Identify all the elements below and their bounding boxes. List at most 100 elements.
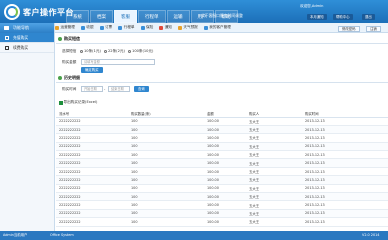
- search-button[interactable]: 查询: [134, 86, 149, 92]
- table-row[interactable]: 2222222222 100 100.00 五大王 2013-12-13: [56, 133, 388, 143]
- logout-button[interactable]: 退出: [362, 14, 375, 20]
- package-radio-1[interactable]: [80, 49, 83, 53]
- col-amount: 金额: [204, 110, 246, 118]
- status-user: Admin当前用户: [3, 233, 28, 237]
- table-row[interactable]: 2222222222 100 100.00 五大王 2013-12-13: [56, 167, 388, 177]
- table-row[interactable]: 2222222222 100 100.00 五大王 2013-12-13: [56, 192, 388, 202]
- col-time: 购买时间: [302, 110, 388, 118]
- cell-time: 2013-12-13: [302, 209, 388, 219]
- sidebar-item-renew[interactable]: 续费购买: [0, 43, 54, 53]
- tab-system[interactable]: 系统: [66, 10, 89, 23]
- customer-icon: [203, 25, 208, 30]
- cell-quantity: 100: [128, 184, 204, 194]
- sign-out-button[interactable]: 注销: [366, 25, 381, 32]
- section-dot-icon: [58, 37, 62, 41]
- header-notice[interactable]: 关于客服口服务时间调整: [201, 13, 243, 19]
- table-row[interactable]: 2222222222 100 100.00 五大王 2013-12-13: [56, 142, 388, 152]
- table-header-row: 流水号 购买数量(条) 金额 购买人 购买时间: [56, 110, 388, 118]
- toolbar-item-itinerary[interactable]: 行程单: [118, 25, 135, 30]
- cell-amount: 100.00: [204, 217, 246, 227]
- cash-icon: [80, 25, 85, 30]
- cell-serial: 2222222222: [56, 142, 128, 152]
- toolbar-item-cash[interactable]: 收银: [80, 25, 94, 30]
- cell-amount: 100.00: [204, 167, 246, 177]
- confirm-purchase-button[interactable]: 确定购买: [81, 67, 103, 73]
- cell-time: 2013-12-13: [302, 192, 388, 202]
- cell-serial: 2222222222: [56, 209, 128, 219]
- renew-icon: [5, 46, 9, 50]
- tab-itinerary[interactable]: 行程单: [138, 10, 166, 23]
- col-buyer: 购买人: [246, 110, 302, 118]
- date-from-input[interactable]: 开始日期: [81, 86, 103, 92]
- toolbar-item-notice[interactable]: 通知: [159, 25, 172, 30]
- cell-time: 2013-12-13: [302, 117, 388, 126]
- date-to-input[interactable]: 结束日期: [108, 86, 130, 92]
- amount-input[interactable]: 请填写金额: [81, 59, 155, 65]
- cell-quantity: 100: [128, 192, 204, 202]
- table-row[interactable]: 2222222222 100 100.00 五大王 2013-12-13: [56, 209, 388, 219]
- table-row[interactable]: 2222222222 100 100.00 五大王 2013-12-13: [56, 117, 388, 126]
- table-body: 2222222222 100 100.00 五大王 2013-12-13 22222222…: [56, 117, 388, 227]
- tab-transport[interactable]: 运输: [166, 10, 190, 23]
- cell-serial: 2222222222: [56, 158, 128, 168]
- toolbar-item-ticket[interactable]: 订票: [99, 25, 112, 30]
- amount-label: 购买金额: [62, 60, 77, 64]
- sidebar-item-recharge[interactable]: 充值购买: [0, 33, 54, 43]
- cell-quantity: 100: [128, 133, 204, 143]
- cell-buyer: 五大王: [246, 133, 302, 143]
- itinerary-icon: [118, 25, 123, 30]
- section-dot-icon: [58, 76, 62, 80]
- welcome-text: 欢迎您,Admin: [300, 4, 324, 8]
- date-separator: -: [104, 87, 106, 91]
- table-row[interactable]: 2222222222 100 100.00 五大王 2013-12-13: [56, 175, 388, 185]
- package-radio-3[interactable]: [128, 49, 132, 53]
- table-row[interactable]: 2222222222 100 100.00 五大王 2013-12-13: [56, 158, 388, 168]
- cell-buyer: 五大王: [246, 217, 302, 227]
- toolbar-item-insurance[interactable]: 保险: [140, 25, 153, 30]
- monthly-notice-button[interactable]: 本月通知: [307, 14, 327, 20]
- table-row[interactable]: 2222222222 100 100.00 五大王 2013-12-13: [56, 200, 388, 210]
- cell-quantity: 100: [128, 125, 204, 135]
- change-password-button[interactable]: 修改密码: [338, 25, 360, 32]
- cell-time: 2013-12-13: [302, 200, 388, 210]
- home-icon: [55, 25, 59, 30]
- cell-time: 2013-12-13: [302, 125, 388, 135]
- history-section-title: 历史明细: [58, 75, 80, 81]
- package-options: 10条(1元) 22条(2元) 100条(10元): [78, 49, 153, 54]
- cell-serial: 2222222222: [56, 192, 128, 202]
- cell-buyer: 五大王: [246, 192, 302, 202]
- table-row[interactable]: 2222222222 100 100.00 五大王 2013-12-13: [56, 184, 388, 194]
- cell-amount: 100.00: [204, 150, 246, 160]
- cell-quantity: 100: [128, 209, 204, 219]
- weather-icon: [177, 25, 182, 30]
- cell-quantity: 100: [128, 200, 204, 210]
- col-quantity: 购买数量(条): [128, 110, 204, 118]
- cell-serial: 2222222222: [56, 217, 128, 227]
- tab-service[interactable]: 客服: [114, 10, 137, 23]
- cell-quantity: 100: [128, 167, 204, 177]
- history-table: 流水号 购买数量(条) 金额 购买人 购买时间 2222222222 100 100…: [56, 110, 388, 227]
- table-row[interactable]: 2222222222 100 100.00 五大王 2013-12-13: [56, 125, 388, 135]
- date-label: 购买时间: [62, 87, 77, 91]
- cell-amount: 100.00: [204, 158, 246, 168]
- cell-time: 2013-12-13: [302, 184, 388, 194]
- status-bar: Admin当前用户 Office System V2.0 2014: [0, 231, 388, 240]
- export-excel-link[interactable]: 导出购买记录(Excel): [59, 100, 97, 105]
- toolbar-item-weather[interactable]: 天气预报: [177, 25, 198, 30]
- table-row[interactable]: 2222222222 100 100.00 五大王 2013-12-13: [56, 150, 388, 160]
- tab-archive[interactable]: 档案: [90, 10, 113, 23]
- insurance-icon: [140, 25, 145, 30]
- cell-quantity: 100: [128, 150, 204, 160]
- toolbar-item-customers[interactable]: 我的客户管理: [203, 25, 231, 30]
- toolbar-item-operations[interactable]: 运营管理: [55, 25, 75, 30]
- excel-icon: [59, 100, 63, 105]
- help-center-button[interactable]: 帮助中心: [333, 14, 353, 20]
- cell-time: 2013-12-13: [302, 142, 388, 152]
- toolbar: 运营管理 收银 订票 行程单 保险 通知 天气预报 我的客户管理: [0, 23, 388, 33]
- table-row[interactable]: 2222222222 100 100.00 五大王 2013-12-13: [56, 217, 388, 227]
- status-system: Office System: [50, 233, 74, 237]
- package-radio-2[interactable]: [104, 49, 108, 53]
- cell-serial: 2222222222: [56, 175, 128, 185]
- ticket-icon: [99, 25, 104, 30]
- divider: [56, 43, 388, 44]
